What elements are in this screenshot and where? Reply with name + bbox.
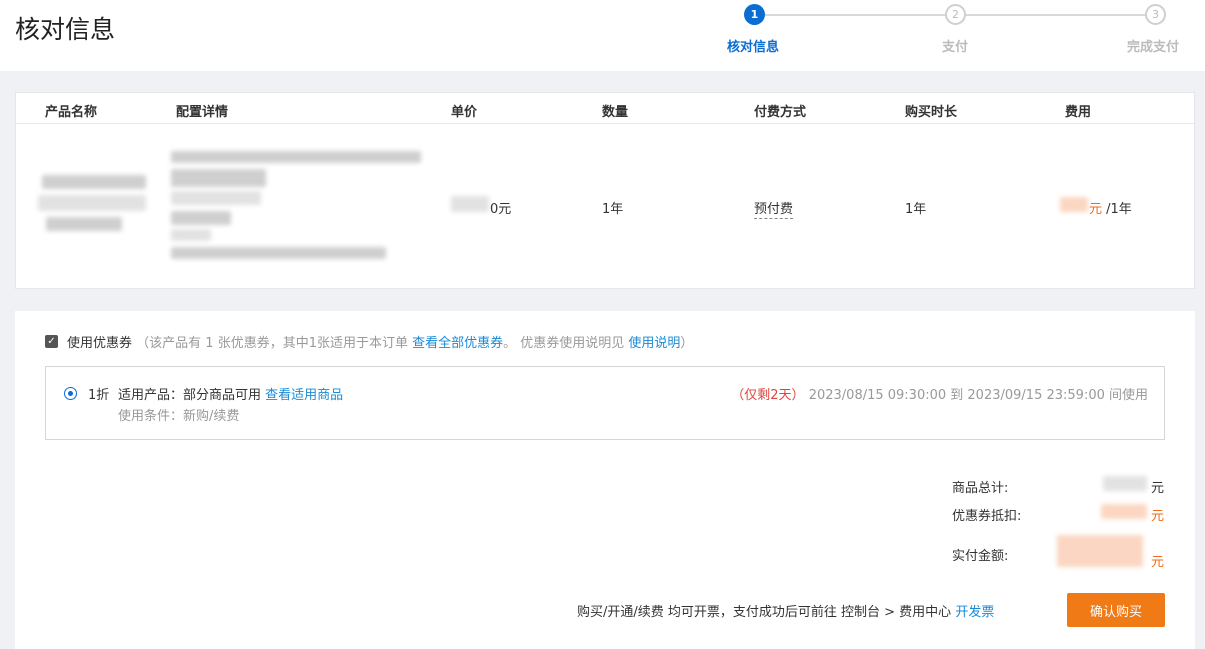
fee-period: /1年 (1106, 202, 1132, 217)
coupon-remaining: （仅剩2天） (731, 388, 805, 403)
coupon-condition: 使用条件：新购/续费 (118, 409, 240, 424)
invoice-note: 购买/开通/续费 均可开票，支付成功后可前往 控制台 > 费用中心 开发票 (577, 601, 994, 620)
coupon-radio[interactable] (64, 387, 77, 400)
view-applicable-products-link[interactable]: 查看适用商品 (265, 388, 343, 403)
use-coupon-checkbox[interactable]: ✓ (45, 335, 58, 348)
header-fee: 费用 (1065, 105, 1092, 120)
header-duration: 购买时长 (905, 105, 958, 120)
step-2-label: 支付 (942, 40, 969, 55)
order-table: 产品名称 配置详情 单价 数量 付费方式 购买时长 费用 0元 1年 预付费 1… (15, 92, 1195, 289)
coupon-deduction-unit: 元 (1151, 509, 1165, 524)
usage-instructions-link[interactable]: 使用说明 (628, 336, 680, 351)
unit-price-suffix: 0元 (490, 202, 512, 217)
total-label: 商品总计: (952, 481, 1009, 496)
coupon-section: ✓ 使用优惠券 （该产品有 1 张优惠券，其中1张适用于本订单 查看全部优惠券。… (15, 311, 1195, 649)
coupon-item[interactable]: 1折 适用产品：部分商品可用 查看适用商品 使用条件：新购/续费 （仅剩2天） … (45, 366, 1165, 440)
step-connector (966, 14, 1146, 16)
confirm-purchase-button[interactable]: 确认购买 (1067, 593, 1165, 627)
header-unit-price: 单价 (451, 105, 478, 120)
coupon-info-prefix: （该产品有 1 张优惠券，其中1张适用于本订单 (136, 336, 408, 351)
fee-amount-redacted (1060, 197, 1088, 212)
coupon-info-suffix: ） (680, 336, 694, 351)
paid-amount-unit: 元 (1151, 555, 1165, 570)
quantity-value: 1年 (602, 202, 624, 217)
duration-value: 1年 (905, 202, 927, 217)
step-2-circle: 2 (945, 4, 966, 25)
unit-price-redacted (451, 196, 489, 212)
paid-amount-redacted (1057, 535, 1143, 567)
coupon-header: 使用优惠券 （该产品有 1 张优惠券，其中1张适用于本订单 查看全部优惠券。 优… (67, 332, 693, 351)
total-amount-redacted (1103, 476, 1147, 491)
coupon-scope-label: 适用产品：部分商品可用 (118, 388, 262, 403)
step-1-circle: 1 (744, 4, 765, 25)
fee-unit: 元 (1089, 202, 1103, 217)
progress-steps: 1 核对信息 2 支付 3 完成支付 (0, 0, 1205, 71)
coupon-scope: 适用产品：部分商品可用 查看适用商品 (118, 384, 343, 403)
invoice-link[interactable]: 开发票 (955, 605, 994, 620)
header-pay-mode: 付费方式 (754, 105, 807, 120)
header-product-name: 产品名称 (45, 105, 98, 120)
header-quantity: 数量 (602, 105, 629, 120)
invoice-note-text: 购买/开通/续费 均可开票，支付成功后可前往 控制台 > 费用中心 (577, 605, 952, 620)
coupon-info-mid: 。 优惠券使用说明见 (503, 336, 625, 351)
paid-amount-label: 实付金额: (952, 549, 1009, 564)
use-coupon-label[interactable]: 使用优惠券 (67, 336, 132, 351)
pay-mode-cell: 预付费 (754, 198, 794, 219)
step-connector (765, 14, 946, 16)
fee-cell: 元 /1年 (1089, 198, 1132, 217)
step-1-label: 核对信息 (727, 40, 780, 55)
step-3-circle: 3 (1145, 4, 1166, 25)
coupon-deduction-redacted (1101, 504, 1147, 519)
page-header: 核对信息 1 核对信息 2 支付 3 完成支付 (0, 0, 1205, 71)
header-config: 配置详情 (176, 105, 229, 120)
coupon-discount: 1折 (88, 388, 110, 403)
coupon-validity-range: 2023/08/15 09:30:00 到 2023/09/15 23:59:0… (808, 388, 1148, 403)
header-divider (16, 123, 1194, 124)
coupon-deduction-label: 优惠券抵扣: (952, 509, 1022, 524)
coupon-validity: （仅剩2天） 2023/08/15 09:30:00 到 2023/09/15 … (731, 384, 1148, 403)
pay-mode-value: 预付费 (754, 202, 794, 219)
view-all-coupons-link[interactable]: 查看全部优惠券 (412, 336, 503, 351)
total-unit: 元 (1151, 481, 1165, 496)
step-3-label: 完成支付 (1127, 40, 1180, 55)
